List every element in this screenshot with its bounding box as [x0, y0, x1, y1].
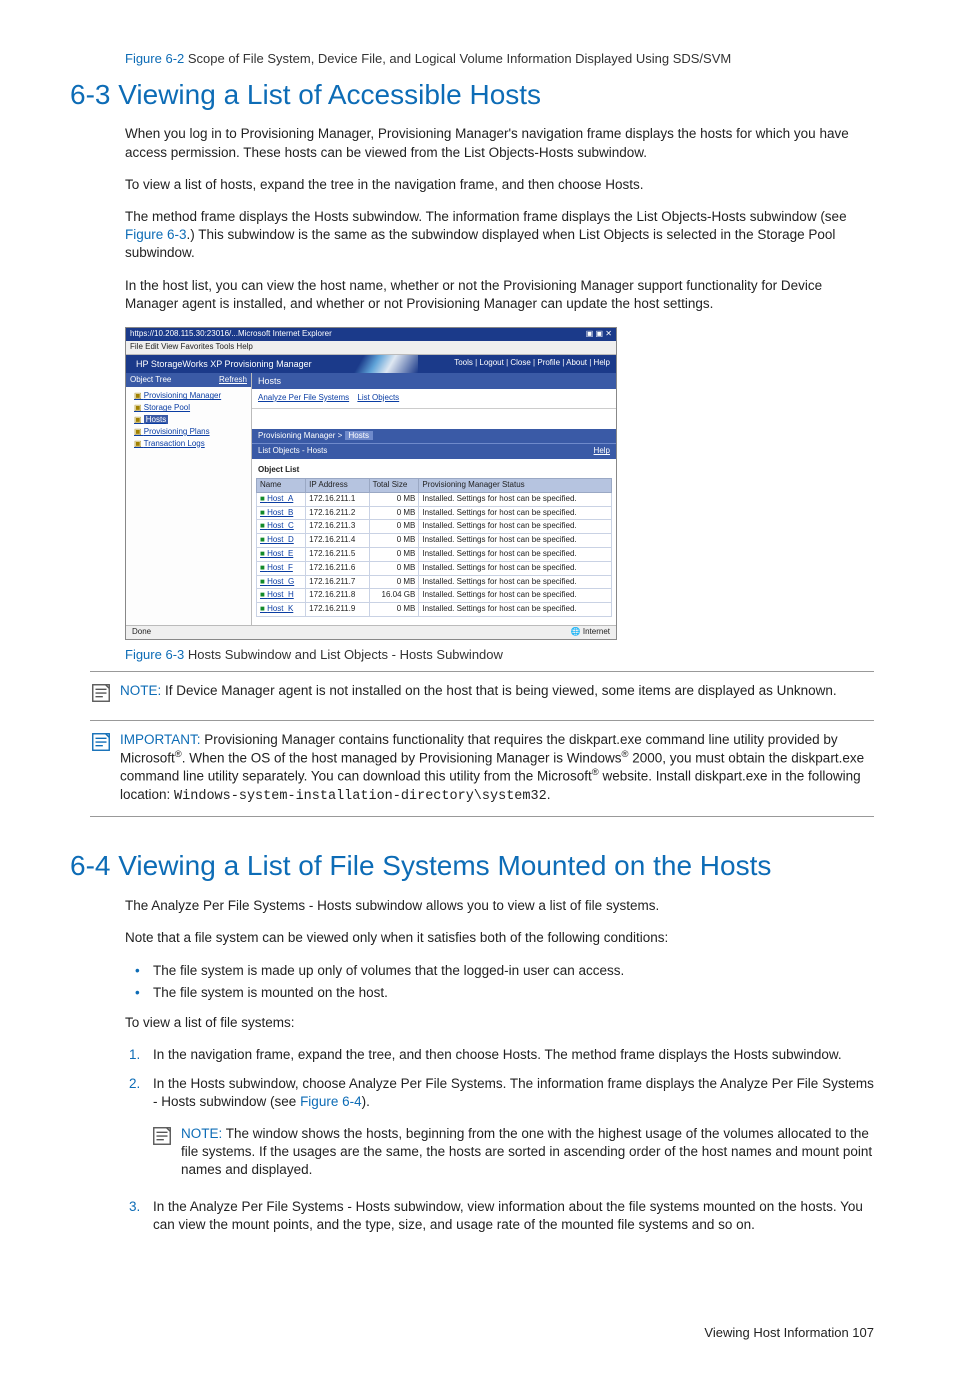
screenshot-brandbar: HP StorageWorks XP Provisioning Manager … — [126, 355, 616, 373]
link-figure-6-3[interactable]: Figure 6-3 — [125, 227, 187, 242]
tree-item: ▣ Hosts — [134, 415, 251, 426]
page-footer: Viewing Host Information 107 — [70, 1324, 874, 1342]
bullet-2: The file system is mounted on the host. — [125, 984, 874, 1002]
step-1: In the navigation frame, expand the tree… — [125, 1046, 874, 1064]
window-buttons: ▣ ▣ ✕ — [586, 329, 612, 340]
note-icon — [90, 682, 120, 709]
note-icon — [151, 1125, 181, 1152]
sec64-p2: Note that a file system can be viewed on… — [125, 929, 874, 947]
sec63-p4: In the host list, you can view the host … — [125, 277, 874, 313]
sec64-p1: The Analyze Per File Systems - Hosts sub… — [125, 897, 874, 915]
section-6-4-title: 6-4 Viewing a List of File Systems Mount… — [70, 847, 884, 885]
tree-item: ▣ Transaction Logs — [134, 439, 251, 450]
tree-item: ▣ Storage Pool — [134, 403, 251, 414]
figure-6-3-caption: Figure 6-3 Hosts Subwindow and List Obje… — [125, 646, 884, 664]
screenshot-statusbar: Done 🌐 Internet — [126, 625, 616, 639]
table-row: Host_H172.16.211.816.04 GBInstalled. Set… — [257, 589, 612, 603]
figure-6-2-text: Scope of File System, Device File, and L… — [184, 51, 731, 66]
table-row: Host_B172.16.211.20 MBInstalled. Setting… — [257, 506, 612, 520]
subwindow-tabs: Analyze Per File Systems List Objects — [252, 389, 616, 409]
figure-6-3-ref: Figure 6-3 — [125, 647, 184, 662]
step-2: In the Hosts subwindow, choose Analyze P… — [125, 1075, 874, 1180]
object-tree-panel: Object Tree Refresh ▣ Provisioning Manag… — [126, 373, 252, 625]
breadcrumb: Provisioning Manager > Hosts — [252, 429, 616, 444]
table-row: Host_C172.16.211.30 MBInstalled. Setting… — [257, 520, 612, 534]
link-figure-6-4[interactable]: Figure 6-4 — [300, 1094, 362, 1109]
table-row: Host_E172.16.211.50 MBInstalled. Setting… — [257, 548, 612, 562]
tree-item: ▣ Provisioning Plans — [134, 427, 251, 438]
bullet-1: The file system is made up only of volum… — [125, 962, 874, 980]
note-device-manager-agent: NOTE: If Device Manager agent is not ins… — [90, 682, 884, 709]
step2-note: NOTE: The window shows the hosts, beginn… — [151, 1125, 874, 1180]
sec63-p3: The method frame displays the Hosts subw… — [125, 208, 874, 263]
figure-6-2-caption: Figure 6-2 Scope of File System, Device … — [125, 50, 884, 68]
tree-item: ▣ Provisioning Manager — [134, 391, 251, 402]
table-row: Host_A172.16.211.10 MBInstalled. Setting… — [257, 492, 612, 506]
table-row: Host_F172.16.211.60 MBInstalled. Setting… — [257, 561, 612, 575]
main-panel: Hosts Analyze Per File Systems List Obje… — [252, 373, 616, 625]
table-row: Host_D172.16.211.40 MBInstalled. Setting… — [257, 534, 612, 548]
section-6-3-title: 6-3 Viewing a List of Accessible Hosts — [70, 76, 884, 114]
table-row: Host_K172.16.211.90 MBInstalled. Setting… — [257, 603, 612, 617]
table-row: Host_G172.16.211.70 MBInstalled. Setting… — [257, 575, 612, 589]
important-icon — [90, 731, 120, 758]
important-diskpart: IMPORTANT: Provisioning Manager contains… — [90, 731, 884, 807]
sec63-p1: When you log in to Provisioning Manager,… — [125, 125, 874, 161]
figure-6-2-ref: Figure 6-2 — [125, 51, 184, 66]
screenshot-titlebar: https://10.208.115.30:23016/...Microsoft… — [126, 328, 616, 341]
hosts-screenshot: https://10.208.115.30:23016/...Microsoft… — [125, 327, 617, 640]
sec64-p3: To view a list of file systems: — [125, 1014, 874, 1032]
screenshot-menubar: File Edit View Favorites Tools Help — [126, 341, 616, 355]
object-list-table: Name IP Address Total Size Provisioning … — [256, 478, 612, 617]
sec63-p2: To view a list of hosts, expand the tree… — [125, 176, 874, 194]
step-3: In the Analyze Per File Systems - Hosts … — [125, 1198, 874, 1234]
